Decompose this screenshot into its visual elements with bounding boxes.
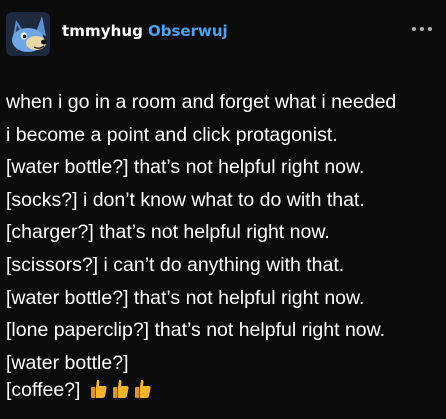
post-line: [water bottle?] [6,351,129,374]
thumbs-up-emoji-icon [90,379,107,398]
post-header: tmmyhug Obserwuj [0,0,446,68]
thumbs-up-emoji-icon [112,379,129,398]
post-line: [scissors?] i can’t do anything with tha… [6,253,345,276]
post-line: when i go in a room and forget what i ne… [6,91,397,113]
post-body: when i go in a room and forget what i ne… [6,86,442,379]
post-line: [socks?] i don’t know what to do with th… [6,188,365,211]
avatar[interactable] [6,12,50,56]
post-line: [water bottle?] that’s not helpful right… [6,286,365,309]
post-line: [water bottle?] that’s not helpful right… [6,156,365,179]
reaction-emojis [86,379,152,401]
post-last-line: [coffee?] [6,376,152,404]
username[interactable]: tmmyhug [62,22,143,40]
blue-heeler-dog-avatar-icon [6,12,50,56]
post-card: tmmyhug Obserwuj when i go in a room and… [0,0,446,419]
post-line: [lone paperclip?] that’s not helpful rig… [6,319,386,342]
post-line: [charger?] that’s not helpful right now. [6,221,330,244]
follow-button[interactable]: Obserwuj [148,22,228,40]
post-line: [coffee?] [6,379,81,401]
thumbs-up-emoji-icon [134,379,151,398]
dot [420,27,424,31]
more-options-icon[interactable] [408,18,438,38]
dot [412,27,416,31]
dot [428,27,432,31]
post-line: i become a point and click protagonist. [6,123,338,146]
